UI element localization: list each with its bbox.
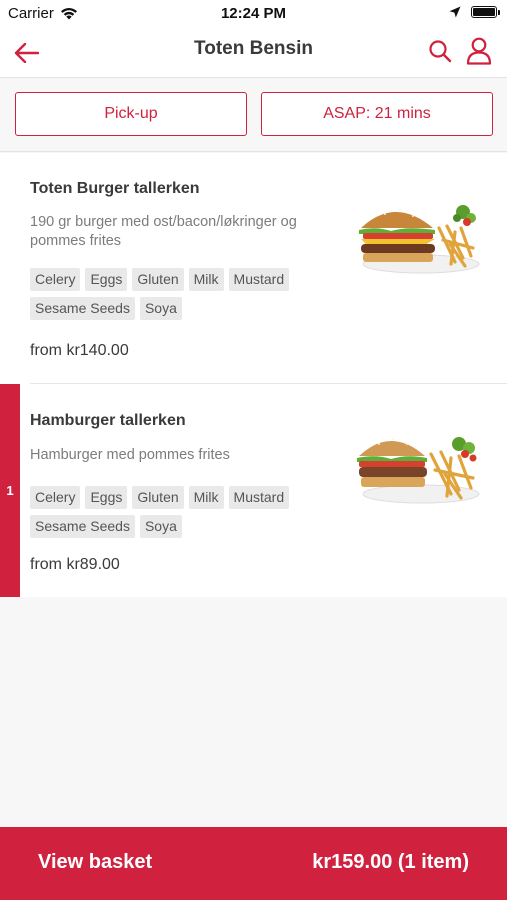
- allergen-tag: Sesame Seeds: [30, 515, 135, 538]
- menu-item[interactable]: Toten Burger tallerken 190 gr burger med…: [0, 153, 507, 384]
- item-name: Toten Burger tallerken: [30, 180, 200, 197]
- battery-icon: [471, 6, 500, 18]
- allergen-tag: Sesame Seeds: [30, 297, 135, 320]
- allergen-tag: Gluten: [132, 268, 184, 291]
- delivery-time-button[interactable]: ASAP: 21 mins: [261, 92, 493, 136]
- allergen-tag: Soya: [139, 515, 182, 538]
- location-arrow-icon: [449, 6, 461, 18]
- allergen-tag: Mustard: [228, 268, 290, 291]
- allergen-tag: Gluten: [132, 486, 184, 509]
- burger-plate-image: [359, 205, 480, 274]
- allergen-tags: Celery Eggs Gluten Milk Mustard Sesame S…: [30, 486, 330, 538]
- allergen-tag: Eggs: [85, 486, 128, 509]
- allergen-tags: Celery Eggs Gluten Milk Mustard Sesame S…: [30, 268, 330, 320]
- menu-item[interactable]: 1 Hamburger tallerken Hamburger med pomm…: [0, 384, 507, 597]
- hamburger-plate-image: [357, 437, 480, 504]
- order-options: Pick-up ASAP: 21 mins: [0, 78, 507, 152]
- search-button[interactable]: [425, 36, 455, 66]
- account-button[interactable]: [463, 35, 495, 67]
- navigation-bar: Toten Bensin: [0, 28, 507, 78]
- item-name: Hamburger tallerken: [30, 412, 186, 429]
- item-description: Hamburger med pommes frites: [30, 447, 230, 463]
- status-bar: Carrier 12:24 PM: [0, 0, 507, 28]
- status-indicators: [449, 6, 500, 18]
- item-price: from kr140.00: [30, 342, 129, 359]
- search-icon: [429, 40, 452, 63]
- allergen-tag: Mustard: [228, 486, 290, 509]
- allergen-tag: Celery: [30, 486, 81, 509]
- allergen-tag: Milk: [188, 268, 224, 291]
- basket-label: View basket: [38, 851, 153, 873]
- status-time: 12:24 PM: [220, 5, 287, 22]
- item-description: 190 gr burger med ost/bacon/løkringer og…: [30, 214, 297, 249]
- allergen-tag: Eggs: [85, 268, 128, 291]
- allergen-tag: Celery: [30, 268, 81, 291]
- allergen-tag: Soya: [139, 297, 182, 320]
- basket-total: kr159.00 (1 item): [312, 851, 469, 873]
- view-basket-button[interactable]: View basket kr159.00 (1 item): [0, 827, 507, 900]
- allergen-tag: Milk: [188, 486, 224, 509]
- quantity-badge: 1: [0, 384, 20, 597]
- menu-list: Toten Burger tallerken 190 gr burger med…: [0, 153, 507, 597]
- user-icon: [466, 37, 492, 65]
- pickup-button[interactable]: Pick-up: [15, 92, 247, 136]
- item-price: from kr89.00: [30, 556, 120, 573]
